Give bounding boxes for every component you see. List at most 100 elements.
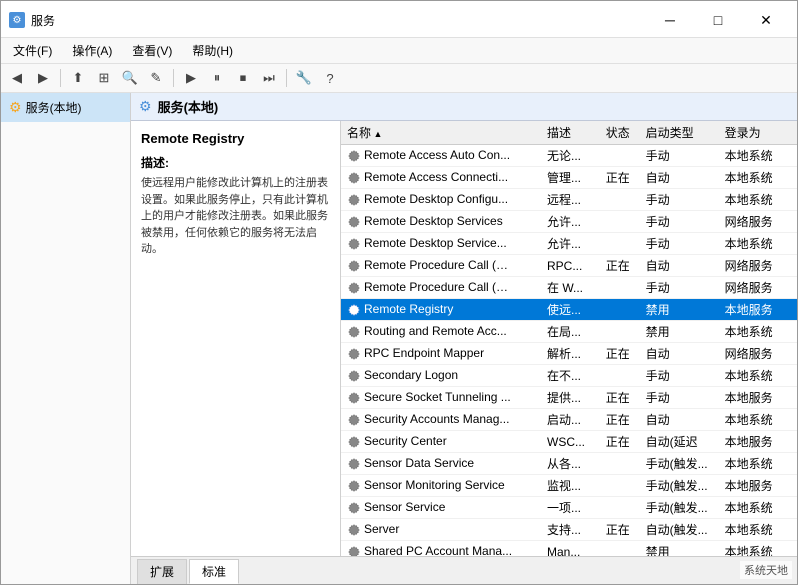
service-desc-cell: 无论...: [541, 145, 600, 167]
table-row[interactable]: RPC Endpoint Mapper解析...正在自动网络服务: [341, 343, 797, 365]
service-logon-cell: 本地系统: [719, 321, 797, 343]
main-window: ⚙ 服务 ─ □ ✕ 文件(F) 操作(A) 查看(V) 帮助(H) ◀ ▶ ⬆…: [0, 0, 798, 585]
service-startup-cell: 手动(触发...: [640, 453, 719, 475]
panel-header-title: 服务(本地): [158, 97, 219, 116]
service-logon-cell: 本地服务: [719, 431, 797, 453]
service-startup-cell: 自动: [640, 255, 719, 277]
table-header-row: 名称 描述 状态 启动类型 登录为: [341, 121, 797, 145]
left-panel-services[interactable]: ⚙ 服务(本地): [1, 93, 130, 122]
menu-view[interactable]: 查看(V): [124, 40, 180, 61]
menu-file[interactable]: 文件(F): [5, 40, 60, 61]
col-header-startup[interactable]: 启动类型: [640, 121, 719, 145]
service-desc-cell: 允许...: [541, 233, 600, 255]
forward-button[interactable]: ▶: [31, 67, 55, 89]
table-row[interactable]: Secure Socket Tunneling ...提供...正在手动本地服务: [341, 387, 797, 409]
watermark: 系统天地: [740, 561, 792, 579]
toolbar: ◀ ▶ ⬆ ⊞ 🔍 ✎ ▶ ⏸ ⏹ ⏭ 🔧 ?: [1, 64, 797, 93]
service-name-cell: Remote Desktop Configu...: [341, 189, 541, 211]
maximize-button[interactable]: □: [695, 7, 741, 33]
menu-bar: 文件(F) 操作(A) 查看(V) 帮助(H): [1, 38, 797, 64]
service-desc-cell: 一项...: [541, 497, 600, 519]
table-row[interactable]: Security CenterWSC...正在自动(延迟本地服务: [341, 431, 797, 453]
show-hide-button[interactable]: ⊞: [92, 67, 116, 89]
up-button[interactable]: ⬆: [66, 67, 90, 89]
table-row[interactable]: Remote Desktop Services允许...手动网络服务: [341, 211, 797, 233]
service-startup-cell: 手动: [640, 145, 719, 167]
col-header-status[interactable]: 状态: [600, 121, 640, 145]
selected-service-name: Remote Registry: [141, 131, 330, 146]
table-row[interactable]: Server支持...正在自动(触发...本地系统: [341, 519, 797, 541]
table-row[interactable]: Remote Access Connecti...管理...正在自动本地系统: [341, 167, 797, 189]
menu-action[interactable]: 操作(A): [64, 40, 120, 61]
service-startup-cell: 禁用: [640, 321, 719, 343]
service-logon-cell: 本地服务: [719, 387, 797, 409]
table-row[interactable]: Remote Desktop Service...允许... 手动本地系统: [341, 233, 797, 255]
close-button[interactable]: ✕: [743, 7, 789, 33]
service-desc-cell: 提供...: [541, 387, 600, 409]
service-startup-cell: 自动(触发...: [640, 519, 719, 541]
service-status-cell: 正在: [600, 387, 640, 409]
left-panel: ⚙ 服务(本地): [1, 93, 131, 584]
table-row[interactable]: Sensor Monitoring Service监视...手动(触发...本地…: [341, 475, 797, 497]
col-header-logon[interactable]: 登录为: [719, 121, 797, 145]
col-header-desc[interactable]: 描述: [541, 121, 600, 145]
disconnect-button[interactable]: ✎: [144, 67, 168, 89]
stop-service-button[interactable]: ⏹: [231, 67, 255, 89]
service-status-cell: [600, 299, 640, 321]
service-logon-cell: 本地系统: [719, 233, 797, 255]
service-status-cell: [600, 453, 640, 475]
help-toolbar-button[interactable]: ?: [318, 67, 342, 89]
service-startup-cell: 自动: [640, 343, 719, 365]
split-content: Remote Registry 描述: 使远程用户能修改此计算机上的注册表设置。…: [131, 121, 797, 556]
service-name-cell: Remote Registry: [341, 299, 541, 321]
service-name-cell: Sensor Monitoring Service: [341, 475, 541, 497]
service-logon-cell: 网络服务: [719, 255, 797, 277]
minimize-button[interactable]: ─: [647, 7, 693, 33]
service-desc-cell: 监视...: [541, 475, 600, 497]
folder-icon: ⚙: [9, 99, 22, 116]
tab-standard[interactable]: 标准: [189, 559, 239, 584]
menu-help[interactable]: 帮助(H): [184, 40, 241, 61]
service-desc-cell: RPC...: [541, 255, 600, 277]
service-name-cell: Sensor Data Service: [341, 453, 541, 475]
left-panel-label: 服务(本地): [26, 99, 82, 116]
table-row[interactable]: Shared PC Account Mana...Man...禁用本地系统: [341, 541, 797, 557]
service-name-cell: Remote Access Connecti...: [341, 167, 541, 189]
service-status-cell: [600, 211, 640, 233]
service-status-cell: [600, 233, 640, 255]
service-startup-cell: 自动(延迟: [640, 431, 719, 453]
tab-expand[interactable]: 扩展: [137, 559, 187, 584]
table-row[interactable]: Secondary Logon在不...手动本地系统: [341, 365, 797, 387]
table-row[interactable]: Remote Desktop Configu...远程...手动本地系统: [341, 189, 797, 211]
service-startup-cell: 手动: [640, 233, 719, 255]
properties-button[interactable]: 🔧: [292, 67, 316, 89]
service-desc-cell: WSC...: [541, 431, 600, 453]
table-row[interactable]: Remote Registry使远...禁用本地服务: [341, 299, 797, 321]
window-title: 服务: [31, 12, 55, 29]
service-logon-cell: 本地系统: [719, 519, 797, 541]
back-button[interactable]: ◀: [5, 67, 29, 89]
service-name-cell: Remote Desktop Service...: [341, 233, 541, 255]
description-panel: Remote Registry 描述: 使远程用户能修改此计算机上的注册表设置。…: [131, 121, 341, 556]
table-row[interactable]: Sensor Service一项...手动(触发...本地系统: [341, 497, 797, 519]
service-startup-cell: 手动(触发...: [640, 475, 719, 497]
service-startup-cell: 自动: [640, 409, 719, 431]
map-drive-button[interactable]: 🔍: [118, 67, 142, 89]
right-panel: ⚙ 服务(本地) Remote Registry 描述: 使远程用户能修改此计算…: [131, 93, 797, 584]
service-startup-cell: 手动: [640, 277, 719, 299]
services-table-panel[interactable]: 名称 描述 状态 启动类型 登录为 Remote Access Auto Con…: [341, 121, 797, 556]
table-row[interactable]: Remote Access Auto Con...无论...手动本地系统: [341, 145, 797, 167]
toolbar-separator-1: [60, 69, 61, 87]
table-row[interactable]: Security Accounts Manag...启动...正在自动本地系统: [341, 409, 797, 431]
table-row[interactable]: Routing and Remote Acc...在局...禁用本地系统: [341, 321, 797, 343]
pause-service-button[interactable]: ⏸: [205, 67, 229, 89]
main-content: ⚙ 服务(本地) ⚙ 服务(本地) Remote Registry 描述: 使远…: [1, 93, 797, 584]
table-row[interactable]: Sensor Data Service从各...手动(触发...本地系统: [341, 453, 797, 475]
service-startup-cell: 手动: [640, 387, 719, 409]
table-row[interactable]: Remote Procedure Call (…RPC...正在自动网络服务: [341, 255, 797, 277]
service-desc-cell: 在局...: [541, 321, 600, 343]
restart-service-button[interactable]: ⏭: [257, 67, 281, 89]
col-header-name[interactable]: 名称: [341, 121, 541, 145]
start-service-button[interactable]: ▶: [179, 67, 203, 89]
table-row[interactable]: Remote Procedure Call (…在 W...手动网络服务: [341, 277, 797, 299]
